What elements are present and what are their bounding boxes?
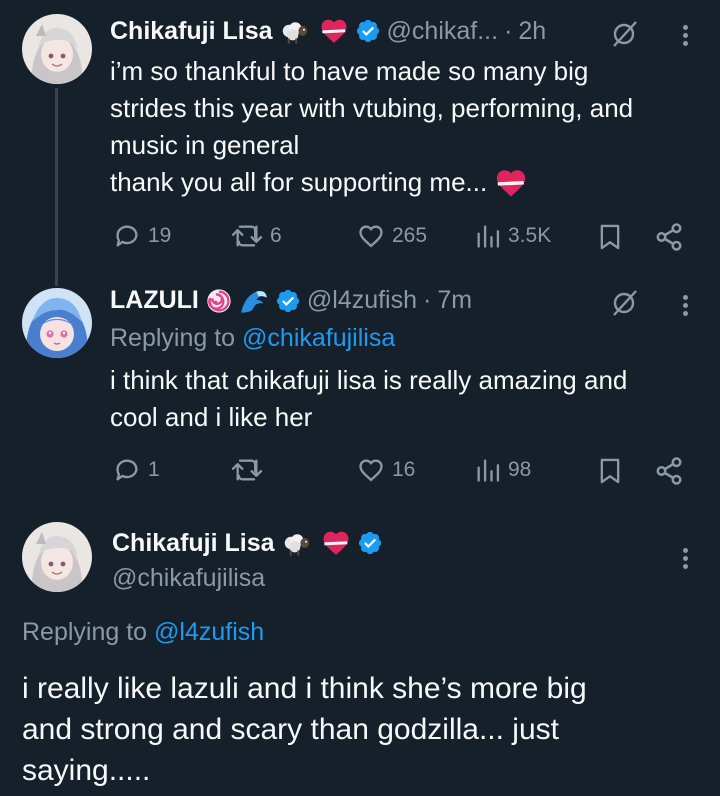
tweet2-text: i think that chikafuji lisa is really am… — [110, 362, 710, 436]
avatar-chikafuji[interactable] — [22, 522, 92, 592]
avatar-image — [22, 288, 92, 358]
reply-count: 1 — [148, 458, 160, 481]
view-count: 98 — [508, 458, 532, 481]
replying-prefix: Replying to — [110, 324, 236, 352]
views-button[interactable]: 3.5K — [474, 222, 551, 250]
retweet-icon — [231, 459, 263, 481]
handle[interactable]: @chikaf... — [387, 17, 499, 46]
replying-handle-link[interactable]: @l4zufish — [154, 618, 264, 646]
heart-bandage-emoji — [321, 528, 351, 558]
tweet-line: thank you all for supporting me... — [110, 167, 495, 197]
tweet-line: and strong and scary than godzilla... ju… — [22, 713, 559, 746]
share-icon[interactable] — [654, 222, 684, 252]
tweet-line: music in general — [110, 130, 300, 160]
tweet3-text: i really like lazuli and i think she’s m… — [22, 668, 712, 791]
more-icon[interactable] — [680, 22, 690, 49]
like-icon — [359, 225, 383, 248]
like-count: 265 — [392, 224, 428, 247]
tweet-line: i think that chikafuji lisa is really am… — [110, 365, 628, 395]
replying-to: Replying to @l4zufish — [22, 618, 264, 647]
verified-icon[interactable] — [355, 18, 381, 44]
lollipop-emoji — [207, 288, 231, 313]
sheep-emoji — [281, 528, 311, 558]
like-button[interactable]: 265 — [356, 222, 427, 250]
grok-icon[interactable] — [610, 18, 640, 48]
more-icon[interactable] — [680, 545, 690, 572]
retweet-count: 6 — [270, 224, 282, 247]
tweet1-text: i’m so thankful to have made so many big… — [110, 53, 710, 201]
verified-icon[interactable] — [357, 530, 383, 556]
heart-bandage-emoji — [494, 166, 528, 200]
views-button[interactable]: 98 — [474, 456, 531, 484]
timestamp[interactable]: 2h — [518, 17, 546, 46]
display-name[interactable]: Chikafuji Lisa — [112, 529, 275, 558]
tweet1-header: Chikafuji Lisa @chikaf... · 2h — [110, 16, 546, 46]
reply-count: 19 — [148, 224, 172, 247]
separator: · — [423, 286, 432, 314]
sheep-emoji — [279, 16, 309, 46]
tweet-line: saying..... — [22, 754, 151, 787]
verified-icon[interactable] — [275, 288, 301, 314]
reply-icon — [116, 225, 138, 247]
tweet-line: strides this year with vtubing, performi… — [110, 93, 634, 123]
heart-bandage-emoji — [319, 16, 349, 46]
retweet-button[interactable] — [230, 456, 270, 484]
tweet-line: i’m so thankful to have made so many big — [110, 56, 589, 86]
grok-icon[interactable] — [610, 287, 640, 317]
view-count: 3.5K — [508, 224, 552, 247]
handle[interactable]: @l4zufish — [307, 286, 417, 315]
avatar-image — [22, 14, 92, 84]
retweet-button[interactable]: 6 — [230, 222, 282, 250]
replying-handle-link[interactable]: @chikafujilisa — [242, 324, 395, 352]
avatar-lazuli[interactable] — [22, 288, 92, 358]
like-count: 16 — [392, 458, 416, 481]
like-icon — [359, 459, 383, 482]
replying-prefix: Replying to — [22, 618, 148, 646]
tweet3-header: Chikafuji Lisa — [112, 528, 383, 558]
retweet-icon — [231, 225, 263, 247]
tweet-line: cool and i like her — [110, 402, 313, 432]
display-name[interactable]: LAZULI — [110, 286, 199, 315]
display-name[interactable]: Chikafuji Lisa — [110, 17, 273, 46]
reply-icon — [116, 459, 138, 481]
replying-to: Replying to @chikafujilisa — [110, 324, 395, 353]
handle[interactable]: @chikafujilisa — [112, 564, 265, 593]
avatar-chikafuji[interactable] — [22, 14, 92, 84]
tweet2-header: LAZULI @l4zufish · 7m — [110, 286, 472, 315]
timestamp[interactable]: 7m — [437, 286, 472, 315]
views-icon — [477, 225, 500, 248]
tweet-line: i really like lazuli and i think she’s m… — [22, 672, 587, 705]
bookmark-icon[interactable] — [596, 456, 624, 486]
more-icon[interactable] — [680, 292, 690, 319]
like-button[interactable]: 16 — [356, 456, 415, 484]
wave-emoji — [241, 290, 267, 313]
reply-button[interactable]: 19 — [112, 222, 171, 250]
thread-line — [55, 88, 58, 286]
reply-button[interactable]: 1 — [112, 456, 160, 484]
views-icon — [477, 459, 500, 482]
avatar-image — [22, 522, 92, 592]
separator: · — [504, 16, 513, 45]
bookmark-icon[interactable] — [596, 222, 624, 252]
share-icon[interactable] — [654, 456, 684, 486]
